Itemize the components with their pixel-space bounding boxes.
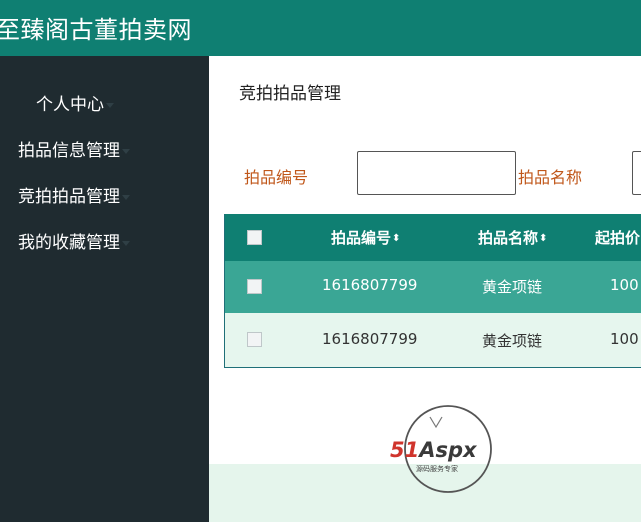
watermark-logo: 51Aspx 源码服务专家 — [390, 405, 492, 493]
item-name-input[interactable] — [632, 151, 641, 195]
page-title: 竞拍拍品管理 — [239, 84, 341, 104]
watermark-tagline: 源码服务专家 — [416, 464, 458, 473]
table-row[interactable]: 1616807799 黄金项链 100 — [225, 261, 641, 313]
cell-start-price: 100 — [610, 330, 639, 348]
watermark-brand: 51Aspx — [390, 438, 478, 462]
sidebar-item-label: 个人中心 — [36, 95, 104, 115]
caret-down-icon — [106, 102, 114, 108]
caret-down-icon — [122, 194, 130, 200]
caret-down-icon — [122, 148, 130, 154]
sidebar-item-lot-info[interactable]: 拍品信息管理 — [18, 136, 130, 161]
row-checkbox[interactable] — [247, 279, 262, 294]
table-header: 拍品编号⬍ 拍品名称⬍ 起拍价 — [225, 214, 641, 261]
cell-item-no: 1616807799 — [322, 330, 418, 348]
sidebar-item-bidding-lots[interactable]: 竞拍拍品管理 — [18, 182, 130, 207]
column-header-item-name[interactable]: 拍品名称⬍ — [478, 227, 547, 248]
sidebar-item-personal-center[interactable]: 个人中心 — [36, 90, 114, 115]
sidebar — [0, 56, 209, 522]
item-name-label: 拍品名称 — [518, 168, 583, 187]
sidebar-item-label: 竞拍拍品管理 — [18, 187, 120, 207]
sort-icon: ⬍ — [539, 232, 548, 244]
cell-item-name: 黄金项链 — [482, 278, 543, 296]
cell-item-no: 1616807799 — [322, 276, 418, 294]
sidebar-item-label: 我的收藏管理 — [18, 233, 120, 253]
table-row[interactable]: 1616807799 黄金项链 100 — [225, 313, 641, 367]
lots-table: 拍品编号⬍ 拍品名称⬍ 起拍价 1616807799 黄金项链 100 1616… — [224, 214, 641, 368]
caret-down-icon — [122, 240, 130, 246]
sidebar-item-label: 拍品信息管理 — [18, 141, 120, 161]
column-header-start-price[interactable]: 起拍价 — [595, 227, 640, 248]
sort-icon: ⬍ — [392, 232, 401, 244]
column-header-item-no[interactable]: 拍品编号⬍ — [331, 227, 400, 248]
item-no-label: 拍品编号 — [244, 168, 309, 187]
cell-item-name: 黄金项链 — [482, 332, 543, 350]
watermark-notch-icon — [429, 416, 443, 429]
select-all-checkbox[interactable] — [247, 230, 262, 245]
top-header: 至臻阁古董拍卖网 — [0, 0, 641, 56]
item-no-input[interactable] — [357, 151, 516, 195]
cell-start-price: 100 — [610, 276, 639, 294]
sidebar-item-my-favorites[interactable]: 我的收藏管理 — [18, 228, 130, 253]
site-title: 至臻阁古董拍卖网 — [0, 16, 192, 44]
row-checkbox[interactable] — [247, 332, 262, 347]
